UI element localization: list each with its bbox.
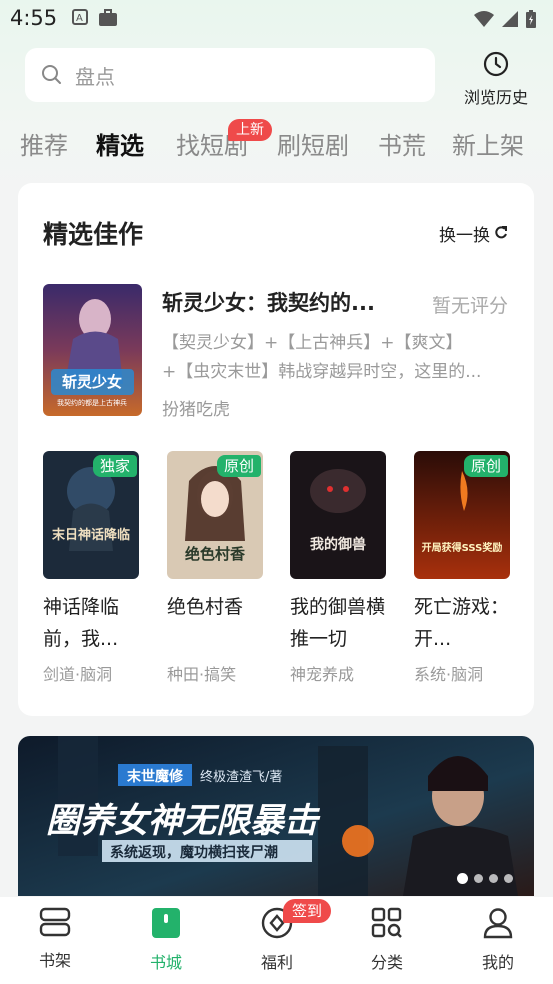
featured-book-title[interactable]: 斩灵少女：我契约的... [162, 287, 407, 317]
search-placeholder: 盘点 [75, 65, 115, 89]
new-badge: 上新 [228, 119, 272, 141]
book-tags: 种田·搞笑 [167, 665, 237, 684]
tab-book-shortage[interactable]: 书荒 [378, 126, 426, 161]
featured-book-cover[interactable]: 斩灵少女 我契约的都是上古神兵 [43, 284, 142, 416]
search-input[interactable]: 盘点 [25, 48, 435, 102]
bottom-navigation: 书架 书城 福利 分类 我的 [0, 897, 553, 984]
tab-featured[interactable]: 精选 [96, 126, 144, 161]
featured-card: 精选佳作 换一换 斩灵少女 我契约的都是上古神兵 斩灵少女：我契约的... 暂无… [18, 183, 534, 716]
nav-bookstore[interactable]: 书城 [131, 907, 201, 973]
pagination-dot[interactable] [474, 874, 483, 883]
tab-new-arrivals[interactable]: 新上架 [452, 126, 524, 161]
nav-category[interactable]: 分类 [352, 907, 422, 973]
nav-label: 分类 [370, 953, 403, 972]
pagination-dot[interactable] [504, 874, 513, 883]
banner-author: 终极渣渣飞/著 [200, 769, 282, 785]
nav-bookshelf[interactable]: 书架 [20, 907, 90, 971]
cover-text: 末日神话降临 [51, 527, 130, 543]
original-badge: 原创 [463, 455, 508, 477]
clock-icon [482, 51, 510, 82]
history-button[interactable]: 浏览历史 [456, 50, 536, 108]
signal-icon [501, 10, 519, 32]
refresh-button[interactable]: 换一换 [439, 221, 508, 246]
book-tags: 神宠养成 [290, 665, 355, 684]
nav-label: 福利 [260, 953, 293, 972]
description-line: +【虫灾末世】韩战穿越异时空，这里的... [162, 362, 482, 382]
coin-icon [261, 907, 293, 943]
briefcase-icon [98, 9, 118, 31]
status-bar: 4:55 A [0, 0, 553, 38]
tab-recommend[interactable]: 推荐 [20, 126, 68, 161]
book-item[interactable]: 末日神话降临 独家 神话降临前，我... 剑道·脑洞 [43, 451, 143, 685]
nav-label: 书城 [149, 953, 182, 972]
category-tabs: 推荐 精选 找短剧 刷短剧 书荒 新上架 [0, 126, 553, 168]
book-tags: 系统·脑洞 [414, 665, 484, 684]
status-time: 4:55 [10, 6, 58, 30]
tab-swipe-short-drama[interactable]: 刷短剧 [277, 126, 349, 161]
banner-tag: 末世魔修 [127, 768, 184, 785]
pagination-dot[interactable] [489, 874, 498, 883]
promo-banner[interactable]: 末世魔修 终极渣渣飞/著 圈养女神无限暴击 系统返现，魔功横扫丧尸潮 [18, 736, 534, 896]
exclusive-badge: 独家 [92, 455, 137, 477]
section-title: 精选佳作 [43, 220, 144, 249]
book-title: 死亡游戏：开... [414, 596, 510, 650]
book-item[interactable]: 开局获得SSS奖励 原创 死亡游戏：开... 系统·脑洞 [414, 451, 514, 685]
featured-book-author: 扮猪吃虎 [162, 400, 230, 420]
book-cover: 开局获得SSS奖励 原创 [414, 451, 510, 579]
book-title: 我的御兽横推一切 [290, 596, 386, 650]
book-title: 神话降临前，我... [43, 596, 120, 650]
category-icon [371, 907, 403, 943]
cover-text: 我的御兽 [310, 536, 366, 553]
bookshelf-icon [39, 907, 71, 941]
search-icon [41, 64, 63, 90]
banner-headline: 圈养女神无限暴击 [46, 801, 321, 841]
featured-book-description: 【契灵少女】+【上古神兵】+【爽文】 +【虫灾末世】韩战穿越异时空，这里的... [162, 329, 507, 387]
checkin-badge: 签到 [283, 899, 332, 923]
description-line: 【契灵少女】+【上古神兵】+【爽文】 [162, 333, 463, 353]
book-cover: 我的御兽 [290, 451, 386, 579]
book-title: 绝色村香 [167, 596, 244, 618]
book-item[interactable]: 绝色村香 原创 绝色村香 种田·搞笑 [167, 451, 267, 685]
nav-profile[interactable]: 我的 [463, 907, 533, 973]
book-tags: 剑道·脑洞 [43, 665, 113, 684]
featured-book-rating: 暂无评分 [431, 295, 508, 317]
keyboard-icon: A [72, 9, 88, 31]
pagination-dot[interactable] [457, 873, 468, 884]
book-cover: 绝色村香 原创 [167, 451, 263, 579]
original-badge: 原创 [216, 455, 261, 477]
cover-text: 开局获得SSS奖励 [422, 541, 503, 554]
banner-pagination [457, 873, 513, 884]
user-icon [483, 908, 513, 943]
battery-icon [525, 9, 537, 33]
featured-cover-subtitle: 我契约的都是上古神兵 [57, 398, 127, 407]
featured-cover-title: 斩灵少女 [62, 373, 122, 391]
book-item[interactable]: 我的御兽 我的御兽横推一切 神宠养成 [290, 451, 390, 685]
refresh-icon [494, 224, 508, 244]
nav-label: 我的 [481, 953, 514, 972]
refresh-label: 换一换 [439, 226, 490, 246]
history-label: 浏览历史 [463, 88, 528, 107]
banner-subline: 系统返现，魔功横扫丧尸潮 [110, 844, 278, 861]
cover-text: 绝色村香 [185, 545, 245, 563]
nav-label: 书架 [38, 951, 71, 970]
book-cover: 末日神话降临 独家 [43, 451, 139, 579]
book-icon [151, 908, 181, 943]
wifi-icon [473, 10, 495, 32]
svg-text:A: A [76, 13, 83, 24]
